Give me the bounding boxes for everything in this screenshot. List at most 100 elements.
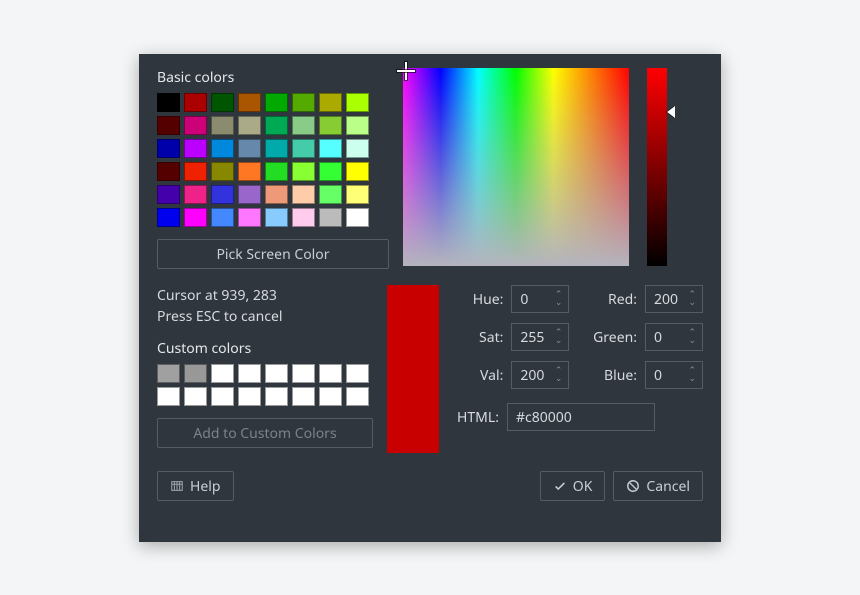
basic-color-swatch[interactable] [292, 93, 315, 112]
basic-color-swatch[interactable] [211, 139, 234, 158]
custom-color-swatch[interactable] [211, 387, 234, 406]
basic-color-swatch[interactable] [211, 93, 234, 112]
custom-color-swatch[interactable] [238, 364, 261, 383]
hue-label: Hue: [457, 290, 503, 309]
custom-color-swatch[interactable] [319, 387, 342, 406]
help-icon [170, 479, 184, 493]
help-button[interactable]: Help [157, 471, 234, 501]
basic-color-swatch[interactable] [292, 208, 315, 227]
value-slider[interactable] [647, 68, 667, 266]
basic-color-swatch[interactable] [184, 116, 207, 135]
basic-color-swatch[interactable] [211, 162, 234, 181]
custom-color-swatch[interactable] [238, 387, 261, 406]
custom-color-swatch[interactable] [319, 364, 342, 383]
basic-color-swatch[interactable] [238, 116, 261, 135]
red-label: Red: [577, 290, 637, 309]
basic-color-swatch[interactable] [319, 162, 342, 181]
val-label: Val: [457, 366, 503, 385]
basic-color-swatch[interactable] [319, 208, 342, 227]
basic-color-swatch[interactable] [265, 185, 288, 204]
color-preview [387, 285, 439, 453]
basic-color-swatch[interactable] [238, 185, 261, 204]
spinner-arrows-icon[interactable]: ⌃⌄ [555, 367, 563, 383]
slider-handle-icon [667, 106, 675, 118]
basic-color-swatch[interactable] [265, 208, 288, 227]
basic-color-swatch[interactable] [265, 93, 288, 112]
basic-color-swatch[interactable] [346, 185, 369, 204]
basic-color-swatch[interactable] [157, 139, 180, 158]
help-button-label: Help [190, 477, 221, 496]
spinner-arrows-icon[interactable]: ⌃⌄ [688, 291, 696, 307]
color-dialog: Basic colors Pick Screen Color Cursor at… [139, 54, 721, 542]
html-input[interactable] [507, 403, 655, 431]
ok-button[interactable]: OK [540, 471, 606, 501]
custom-color-swatch[interactable] [157, 387, 180, 406]
sat-input[interactable]: 255⌃⌄ [511, 323, 569, 351]
basic-color-swatch[interactable] [157, 208, 180, 227]
basic-color-swatch[interactable] [157, 162, 180, 181]
cancel-button-label: Cancel [646, 477, 690, 496]
spinner-arrows-icon[interactable]: ⌃⌄ [688, 329, 696, 345]
basic-color-swatch[interactable] [211, 208, 234, 227]
pick-screen-color-button[interactable]: Pick Screen Color [157, 239, 389, 269]
basic-color-swatch[interactable] [238, 162, 261, 181]
custom-color-swatch[interactable] [211, 364, 234, 383]
basic-color-swatch[interactable] [265, 162, 288, 181]
basic-color-swatch[interactable] [265, 116, 288, 135]
basic-color-swatch[interactable] [184, 93, 207, 112]
basic-color-swatch[interactable] [346, 208, 369, 227]
basic-color-swatch[interactable] [238, 139, 261, 158]
basic-color-swatch[interactable] [184, 208, 207, 227]
basic-color-swatch[interactable] [211, 185, 234, 204]
basic-color-swatch[interactable] [157, 116, 180, 135]
blue-label: Blue: [577, 366, 637, 385]
cursor-position-text: Cursor at 939, 283 [157, 286, 277, 305]
green-label: Green: [577, 328, 637, 347]
basic-color-swatch[interactable] [157, 185, 180, 204]
basic-color-swatch[interactable] [184, 139, 207, 158]
spinner-arrows-icon[interactable]: ⌃⌄ [555, 329, 563, 345]
basic-color-swatch[interactable] [319, 116, 342, 135]
custom-color-swatch[interactable] [184, 364, 207, 383]
basic-color-swatch[interactable] [238, 208, 261, 227]
custom-colors-grid [157, 364, 373, 406]
check-icon [553, 479, 567, 493]
custom-color-swatch[interactable] [292, 364, 315, 383]
hue-input[interactable]: 0⌃⌄ [511, 285, 569, 313]
hue-sat-field[interactable] [403, 68, 629, 266]
html-label: HTML: [457, 408, 499, 427]
basic-color-swatch[interactable] [184, 185, 207, 204]
spinner-arrows-icon[interactable]: ⌃⌄ [688, 367, 696, 383]
basic-color-swatch[interactable] [319, 93, 342, 112]
custom-color-swatch[interactable] [265, 364, 288, 383]
basic-color-swatch[interactable] [292, 139, 315, 158]
basic-color-swatch[interactable] [292, 116, 315, 135]
cancel-button[interactable]: Cancel [613, 471, 703, 501]
custom-color-swatch[interactable] [346, 387, 369, 406]
basic-color-swatch[interactable] [157, 93, 180, 112]
basic-color-swatch[interactable] [346, 93, 369, 112]
basic-color-swatch[interactable] [346, 162, 369, 181]
spinner-arrows-icon[interactable]: ⌃⌄ [555, 291, 563, 307]
add-custom-color-button[interactable]: Add to Custom Colors [157, 418, 373, 448]
val-input[interactable]: 200⌃⌄ [511, 361, 569, 389]
green-input[interactable]: 0⌃⌄ [645, 323, 703, 351]
custom-color-swatch[interactable] [157, 364, 180, 383]
basic-color-swatch[interactable] [184, 162, 207, 181]
basic-color-swatch[interactable] [319, 139, 342, 158]
basic-color-swatch[interactable] [211, 116, 234, 135]
basic-color-swatch[interactable] [346, 139, 369, 158]
basic-color-swatch[interactable] [292, 185, 315, 204]
basic-color-swatch[interactable] [346, 116, 369, 135]
custom-color-swatch[interactable] [346, 364, 369, 383]
basic-color-swatch[interactable] [238, 93, 261, 112]
basic-color-swatch[interactable] [319, 185, 342, 204]
sat-label: Sat: [457, 328, 503, 347]
red-input[interactable]: 200⌃⌄ [645, 285, 703, 313]
custom-color-swatch[interactable] [265, 387, 288, 406]
custom-color-swatch[interactable] [184, 387, 207, 406]
basic-color-swatch[interactable] [292, 162, 315, 181]
blue-input[interactable]: 0⌃⌄ [645, 361, 703, 389]
custom-color-swatch[interactable] [292, 387, 315, 406]
basic-color-swatch[interactable] [265, 139, 288, 158]
